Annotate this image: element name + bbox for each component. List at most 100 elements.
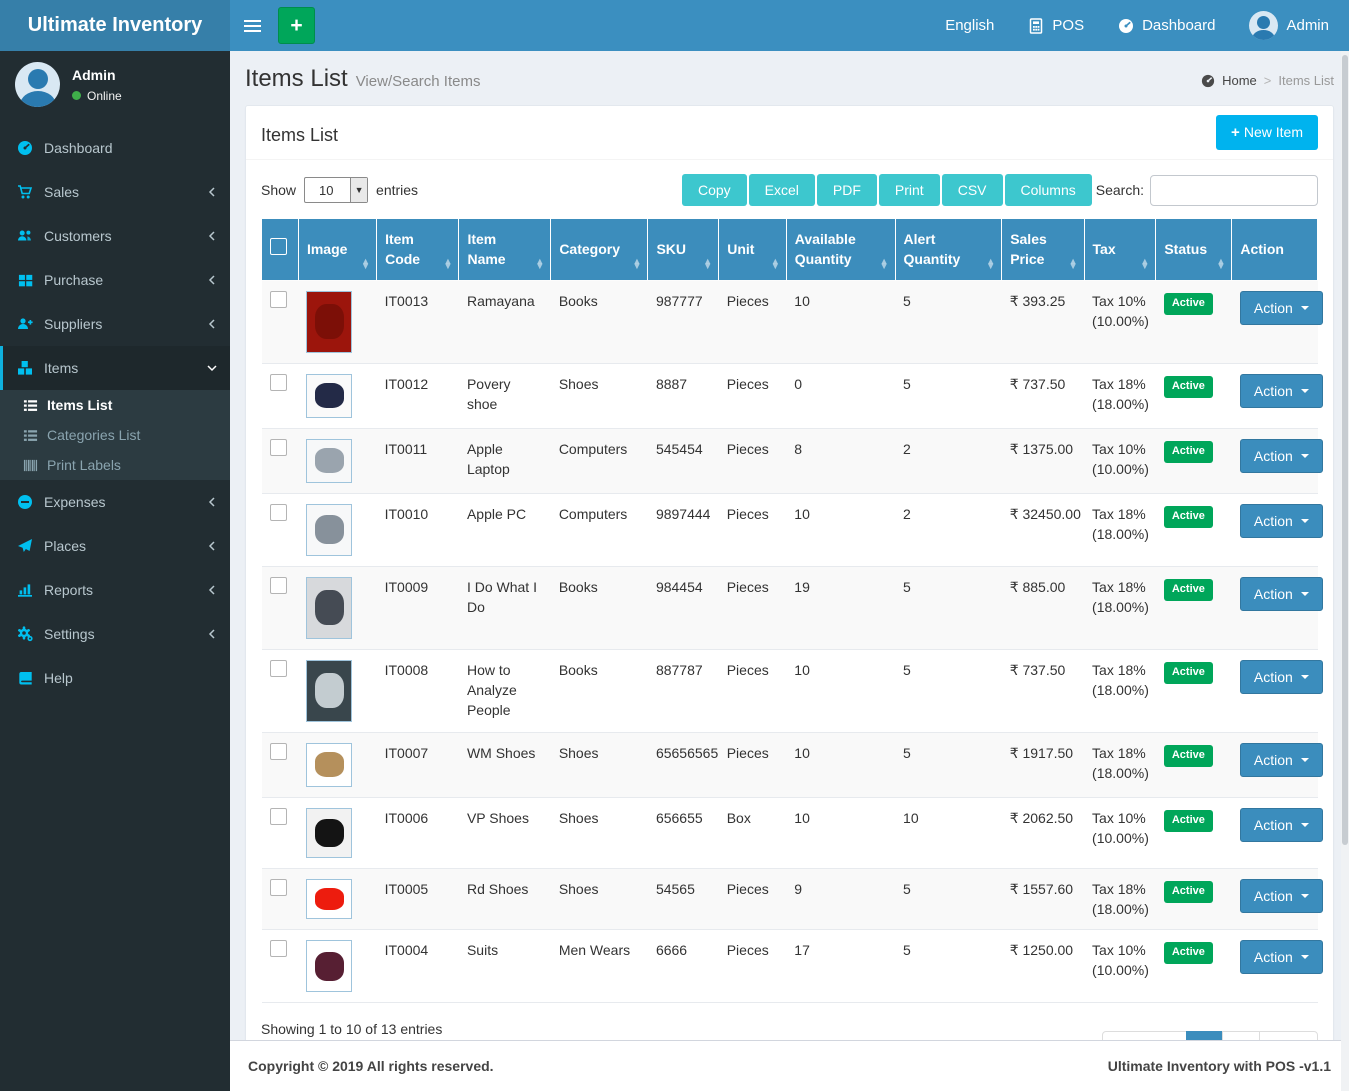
sidebar-item-expenses[interactable]: Expenses bbox=[0, 480, 230, 524]
sidebar-subitem-print-labels[interactable]: Print Labels bbox=[0, 450, 230, 480]
page-length-select[interactable]: 10 bbox=[304, 177, 368, 203]
grid-icon bbox=[15, 273, 35, 288]
new-item-button[interactable]: New Item bbox=[1216, 115, 1318, 150]
copy-button[interactable]: Copy bbox=[682, 174, 747, 206]
app-brand[interactable]: Ultimate Inventory bbox=[0, 0, 230, 51]
sidebar-item-settings[interactable]: Settings bbox=[0, 612, 230, 656]
dark-leather-shoes-image bbox=[306, 374, 352, 418]
sidebar-item-dashboard[interactable]: Dashboard bbox=[0, 126, 230, 170]
sidebar-subitem-categories-list[interactable]: Categories List bbox=[0, 420, 230, 450]
sidebar-item-help[interactable]: Help bbox=[0, 656, 230, 700]
sidebar-item-suppliers[interactable]: Suppliers bbox=[0, 302, 230, 346]
sidebar-item-customers[interactable]: Customers bbox=[0, 214, 230, 258]
sort-icon bbox=[1069, 259, 1078, 269]
sku-cell: 6666 bbox=[648, 930, 719, 1003]
paper-plane-icon bbox=[15, 538, 35, 554]
user-online-status[interactable]: Online bbox=[72, 89, 122, 103]
action-button[interactable]: Action bbox=[1240, 374, 1323, 408]
dashboard-label: Dashboard bbox=[1142, 17, 1215, 34]
row-checkbox[interactable] bbox=[270, 940, 287, 957]
sidebar-item-sales[interactable]: Sales bbox=[0, 170, 230, 214]
row-checkbox[interactable] bbox=[270, 374, 287, 391]
checkbox-cell bbox=[262, 566, 299, 649]
row-checkbox[interactable] bbox=[270, 743, 287, 760]
sidebar-toggle-icon[interactable] bbox=[230, 0, 274, 51]
row-checkbox[interactable] bbox=[270, 439, 287, 456]
csv-button[interactable]: CSV bbox=[942, 174, 1003, 206]
columns-button[interactable]: Columns bbox=[1005, 174, 1092, 206]
alert-quantity-cell: 5 bbox=[895, 930, 1002, 1003]
cubes-icon bbox=[15, 360, 35, 376]
print-button[interactable]: Print bbox=[879, 174, 940, 206]
sidebar-item-places[interactable]: Places bbox=[0, 524, 230, 568]
page-title: Items List bbox=[245, 65, 348, 92]
row-checkbox[interactable] bbox=[270, 577, 287, 594]
unit-cell: Pieces bbox=[719, 868, 787, 930]
category-cell: Books bbox=[551, 649, 648, 732]
header-sku[interactable]: SKU bbox=[648, 219, 719, 281]
row-checkbox[interactable] bbox=[270, 291, 287, 308]
search-input[interactable] bbox=[1150, 175, 1318, 206]
sidebar-item-purchase[interactable]: Purchase bbox=[0, 258, 230, 302]
row-checkbox[interactable] bbox=[270, 504, 287, 521]
action-button[interactable]: Action bbox=[1240, 940, 1323, 974]
chevron-left-icon bbox=[207, 541, 217, 551]
header-status[interactable]: Status bbox=[1156, 219, 1232, 281]
unit-cell: Pieces bbox=[719, 566, 787, 649]
user-menu[interactable]: Admin bbox=[1249, 11, 1329, 40]
caret-down-icon bbox=[1301, 675, 1309, 679]
action-button[interactable]: Action bbox=[1240, 439, 1323, 473]
sidebar: Admin Online Dashboard Sales Customers P… bbox=[0, 51, 230, 1091]
row-checkbox[interactable] bbox=[270, 660, 287, 677]
action-button[interactable]: Action bbox=[1240, 879, 1323, 913]
sort-icon bbox=[703, 259, 712, 269]
action-cell: Action bbox=[1232, 493, 1318, 566]
header-available-quantity[interactable]: Available Quantity bbox=[786, 219, 895, 281]
unit-cell: Pieces bbox=[719, 493, 787, 566]
action-button[interactable]: Action bbox=[1240, 660, 1323, 694]
scrollbar-thumb[interactable] bbox=[1342, 55, 1348, 845]
language-menu[interactable]: English bbox=[945, 17, 994, 34]
status-badge: Active bbox=[1164, 881, 1213, 903]
image-cell bbox=[298, 566, 376, 649]
table-row: IT0011 Apple Laptop Computers 545454 Pie… bbox=[262, 428, 1318, 493]
action-button[interactable]: Action bbox=[1240, 291, 1323, 325]
select-all-checkbox[interactable] bbox=[270, 238, 287, 255]
header-sales-price[interactable]: Sales Price bbox=[1002, 219, 1084, 281]
dashboard-link[interactable]: Dashboard bbox=[1118, 17, 1215, 34]
pos-link[interactable]: POS bbox=[1028, 17, 1084, 34]
search-label: Search: bbox=[1096, 182, 1144, 198]
action-button[interactable]: Action bbox=[1240, 577, 1323, 611]
header-item-name[interactable]: Item Name bbox=[459, 219, 551, 281]
action-cell: Action bbox=[1232, 566, 1318, 649]
sidebar-subitem-items-list[interactable]: Items List bbox=[0, 390, 230, 420]
header-category[interactable]: Category bbox=[551, 219, 648, 281]
image-cell bbox=[298, 732, 376, 797]
pdf-button[interactable]: PDF bbox=[817, 174, 877, 206]
row-checkbox[interactable] bbox=[270, 879, 287, 896]
image-cell bbox=[298, 493, 376, 566]
status-badge: Active bbox=[1164, 942, 1213, 964]
sidebar-item-items[interactable]: Items bbox=[0, 346, 230, 390]
header-tax[interactable]: Tax bbox=[1084, 219, 1156, 281]
category-cell: Computers bbox=[551, 493, 648, 566]
header-item-code[interactable]: Item Code bbox=[377, 219, 459, 281]
item-image-blob bbox=[315, 673, 345, 708]
action-button[interactable]: Action bbox=[1240, 743, 1323, 777]
quick-add-button[interactable] bbox=[278, 7, 315, 44]
excel-button[interactable]: Excel bbox=[749, 174, 815, 206]
header-unit[interactable]: Unit bbox=[719, 219, 787, 281]
header-image[interactable]: Image bbox=[298, 219, 376, 281]
row-checkbox[interactable] bbox=[270, 808, 287, 825]
action-button[interactable]: Action bbox=[1240, 808, 1323, 842]
sku-cell: 887787 bbox=[648, 649, 719, 732]
breadcrumb-home[interactable]: Home bbox=[1222, 73, 1257, 88]
tax-cell: Tax 18%(18.00%) bbox=[1084, 868, 1156, 930]
sidebar-item-reports[interactable]: Reports bbox=[0, 568, 230, 612]
header-alert-quantity[interactable]: Alert Quantity bbox=[895, 219, 1002, 281]
action-cell: Action bbox=[1232, 280, 1318, 363]
sales-price-cell: ₹ 1557.60 bbox=[1002, 868, 1084, 930]
action-button[interactable]: Action bbox=[1240, 504, 1323, 538]
table-toolbar: Show 10 entries Copy Excel PDF Print CSV… bbox=[246, 160, 1333, 218]
item-code-cell: IT0008 bbox=[377, 649, 459, 732]
